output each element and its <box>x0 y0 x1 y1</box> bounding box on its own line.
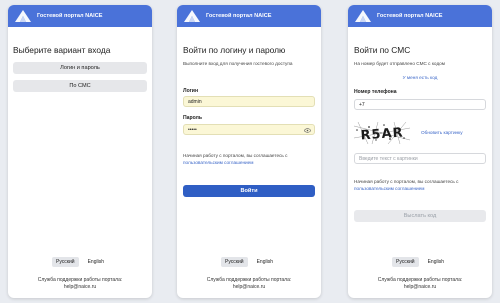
agreement-text: Начиная работу с порталом, вы соглашаете… <box>183 153 288 158</box>
page-subtitle: Выполните вход для получения гостевого д… <box>183 61 293 66</box>
show-password-eye-icon[interactable] <box>304 127 311 133</box>
header-title: Гостевой портал NAICE <box>37 13 103 19</box>
login-label: Логин <box>183 88 199 94</box>
login-choice-panel: Гостевой портал NAICE Выберите вариант в… <box>8 5 152 298</box>
language-switcher: Русский English <box>8 257 152 267</box>
agreement-notice: Начиная работу с порталом, вы соглашаете… <box>183 153 317 166</box>
agreement-notice: Начиная работу с порталом, вы соглашаете… <box>354 179 488 192</box>
agreement-link[interactable]: пользовательским соглашением <box>354 186 424 191</box>
portal-header: Гостевой портал NAICE <box>348 5 492 27</box>
support-info: Служба поддержки работы портала: help@na… <box>348 277 492 291</box>
phone-value: +7 <box>359 101 365 108</box>
sms-login-button[interactable]: По СМС <box>13 80 147 92</box>
page-title: Выберите вариант входа <box>13 45 111 55</box>
lang-english[interactable]: English <box>424 257 448 267</box>
support-label: Служба поддержки работы портала: <box>377 277 463 283</box>
language-switcher: Русский English <box>348 257 492 267</box>
captcha-placeholder: Введите текст с картинки <box>359 155 418 162</box>
language-switcher: Русский English <box>177 257 321 267</box>
header-title: Гостевой портал NAICE <box>377 13 443 19</box>
captcha-image: R5AR <box>354 122 410 144</box>
support-label: Служба поддержки работы портала: <box>37 277 123 283</box>
captcha-input[interactable]: Введите текст с картинки <box>354 153 486 164</box>
login-password-panel: Гостевой портал NAICE Войти по логину и … <box>177 5 321 298</box>
support-label: Служба поддержки работы портала: <box>206 277 292 283</box>
support-email[interactable]: help@naice.ru <box>177 284 321 291</box>
portal-header: Гостевой портал NAICE <box>8 5 152 27</box>
support-info: Служба поддержки работы портала: help@na… <box>177 277 321 291</box>
login-value: admin <box>188 98 202 105</box>
lang-russian[interactable]: Русский <box>392 257 419 267</box>
login-password-button[interactable]: Логин и пароль <box>13 62 147 74</box>
naice-logo-icon <box>184 10 200 22</box>
lang-english[interactable]: English <box>84 257 108 267</box>
agreement-link[interactable]: пользовательским соглашением <box>183 160 253 165</box>
password-input[interactable]: ••••• <box>183 124 315 135</box>
lang-russian[interactable]: Русский <box>221 257 248 267</box>
agreement-text: Начиная работу с порталом, вы соглашаете… <box>354 179 459 184</box>
support-email[interactable]: help@naice.ru <box>8 284 152 291</box>
login-input[interactable]: admin <box>183 96 315 107</box>
phone-label: Номер телефона <box>354 89 397 95</box>
support-email[interactable]: help@naice.ru <box>348 284 492 291</box>
naice-logo-icon <box>355 10 371 22</box>
sms-info-text: На номер будет отправлено СМС с кодом <box>354 61 446 66</box>
have-code-link[interactable]: У меня есть код <box>348 75 492 82</box>
lang-english[interactable]: English <box>253 257 277 267</box>
header-title: Гостевой портал NAICE <box>206 13 272 19</box>
page-title: Войти по логину и паролю <box>183 45 286 55</box>
portal-header: Гостевой портал NAICE <box>177 5 321 27</box>
login-submit-button[interactable]: Войти <box>183 185 315 197</box>
support-info: Служба поддержки работы портала: help@na… <box>8 277 152 291</box>
password-label: Пароль <box>183 115 202 121</box>
password-value: ••••• <box>188 126 197 133</box>
phone-input[interactable]: +7 <box>354 99 486 110</box>
send-code-button[interactable]: Выслать код <box>354 210 486 222</box>
refresh-captcha-link[interactable]: Обновить картинку <box>421 130 463 137</box>
sms-login-panel: Гостевой портал NAICE Войти по СМС На но… <box>348 5 492 298</box>
captcha-text: R5AR <box>360 126 404 144</box>
page-title: Войти по СМС <box>354 45 411 55</box>
naice-logo-icon <box>15 10 31 22</box>
lang-russian[interactable]: Русский <box>52 257 79 267</box>
